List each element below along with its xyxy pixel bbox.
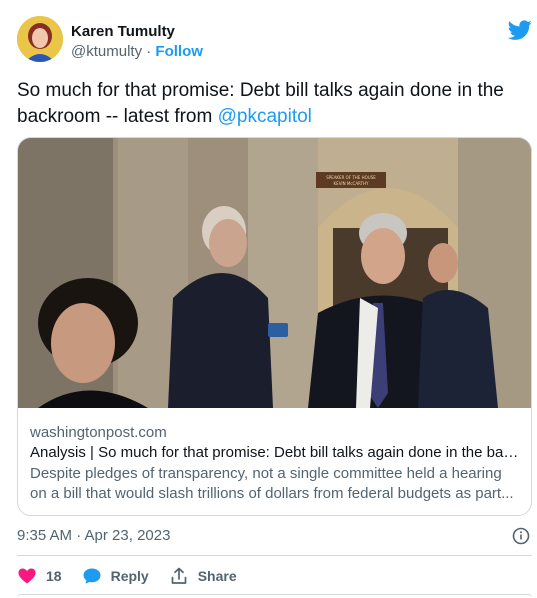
card-domain: washingtonpost.com xyxy=(30,424,167,441)
like-button[interactable]: 18 xyxy=(17,566,62,586)
reply-label: Reply xyxy=(110,568,149,584)
card-description-line: Despite pledges of transparency, not a s… xyxy=(30,465,502,482)
share-label: Share xyxy=(197,568,237,584)
like-count: 18 xyxy=(46,568,62,584)
separator-dot: · xyxy=(146,43,152,60)
handle-line: @ktumulty · Follow xyxy=(71,42,203,61)
reply-bubble-icon xyxy=(83,568,101,584)
share-icon xyxy=(171,567,187,584)
tweet-header: Karen Tumulty @ktumulty · Follow xyxy=(17,16,532,66)
card-description: Despite pledges of transparency, not a s… xyxy=(30,464,520,504)
twitter-bird-icon[interactable] xyxy=(507,18,532,42)
mention-link[interactable]: @pkcapitol xyxy=(218,106,312,127)
timestamp-row: 9:35 AM · Apr 23, 2023 xyxy=(17,525,532,547)
tweet-text: So much for that promise: Debt bill talk… xyxy=(17,78,532,130)
author-handle[interactable]: @ktumulty xyxy=(71,43,142,60)
share-button[interactable]: Share xyxy=(169,566,237,586)
card-title[interactable]: Analysis | So much for that promise: Deb… xyxy=(30,443,520,463)
avatar[interactable] xyxy=(17,16,63,62)
card-photo: SPEAKER OF THE HOUSE KEVIN McCARTHY xyxy=(18,138,531,408)
reply-button[interactable]: Reply xyxy=(82,566,149,586)
author-names: Karen Tumulty @ktumulty · Follow xyxy=(71,22,203,61)
info-icon[interactable] xyxy=(512,527,530,545)
embedded-tweet: Karen Tumulty @ktumulty · Follow So much… xyxy=(0,0,537,598)
action-bar: 18 Reply Share xyxy=(17,564,532,588)
author-display-name[interactable]: Karen Tumulty xyxy=(71,22,203,41)
card-meta: washingtonpost.com Analysis | So much fo… xyxy=(30,423,520,504)
heart-icon xyxy=(18,568,36,584)
svg-text:KEVIN McCARTHY: KEVIN McCARTHY xyxy=(334,181,369,186)
timestamp-link[interactable]: 9:35 AM · Apr 23, 2023 xyxy=(17,527,170,544)
follow-button[interactable]: Follow xyxy=(155,43,203,60)
card-description-line: on a bill that would slash trillions of … xyxy=(30,485,514,502)
link-card[interactable]: SPEAKER OF THE HOUSE KEVIN McCARTHY wash… xyxy=(17,137,532,516)
svg-text:SPEAKER OF THE HOUSE: SPEAKER OF THE HOUSE xyxy=(326,175,376,180)
divider xyxy=(17,555,532,556)
read-replies-bar[interactable] xyxy=(17,594,532,598)
